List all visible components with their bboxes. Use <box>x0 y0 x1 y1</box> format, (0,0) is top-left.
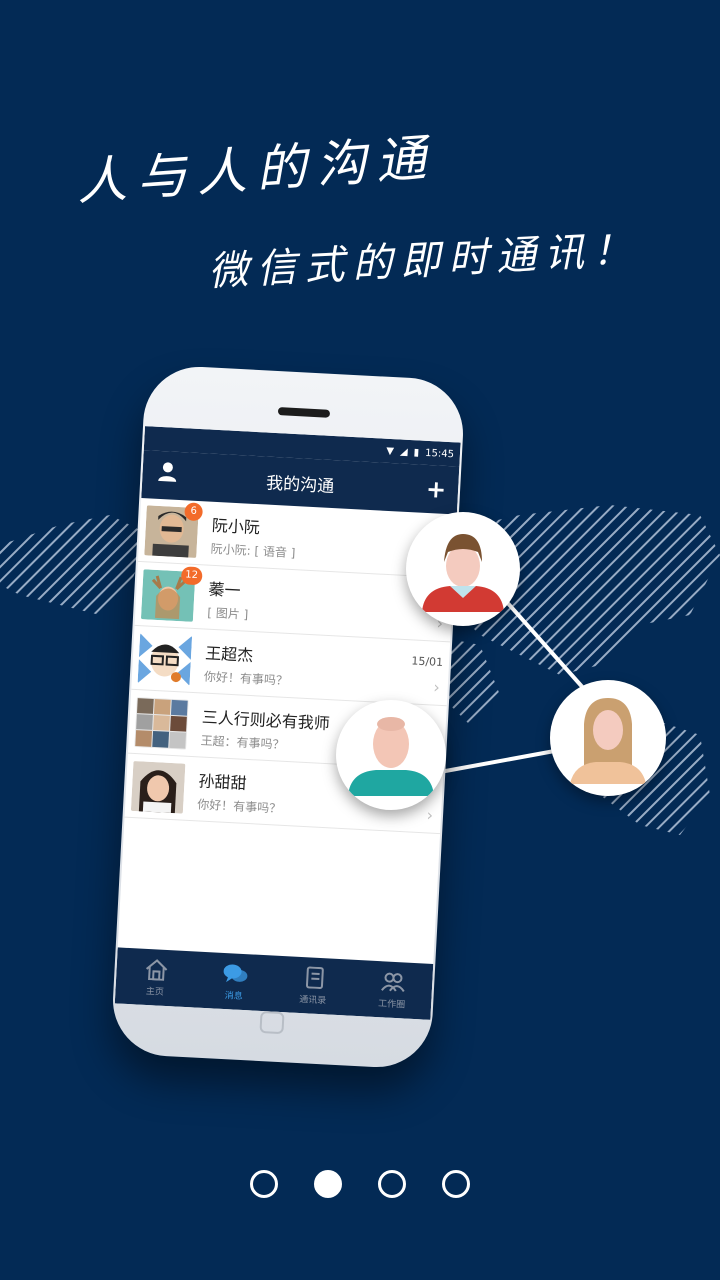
contacts-book-icon <box>305 965 324 989</box>
tab-label: 消息 <box>224 990 244 1002</box>
unread-badge: 12 <box>180 566 203 586</box>
cartoon-glasses-avatar <box>137 633 193 686</box>
conversation-time: 15/01 <box>411 654 444 670</box>
app-title: 我的沟通 <box>265 473 335 497</box>
conversation-name: 阮小阮 <box>211 515 261 538</box>
man-brown-hair-bubble <box>406 512 520 626</box>
conversation-preview: 王超：有事吗？ <box>200 733 285 752</box>
man-bald-icon <box>348 717 434 796</box>
tab-label: 通讯录 <box>298 994 327 1006</box>
conversation-preview: 你好！有事吗？ <box>196 797 282 816</box>
woman-blonde-bubble <box>550 680 666 796</box>
girl-photo-avatar <box>130 760 186 814</box>
tab-label: 工作圈 <box>377 998 406 1011</box>
conversation-name: 三人行则必有我师 <box>201 707 331 734</box>
page-dot-4[interactable] <box>442 1170 470 1198</box>
unread-badge: 6 <box>184 502 204 522</box>
page-dot-1[interactable] <box>250 1170 278 1198</box>
conversation-preview: [ 图片 ] <box>206 605 249 622</box>
chevron-right-icon: › <box>432 677 441 697</box>
chevron-right-icon: › <box>426 805 434 825</box>
status-time: 15:45 <box>424 447 455 460</box>
user-icon[interactable] <box>156 459 179 484</box>
man-brown-hair-icon <box>422 534 504 612</box>
wifi-icon: ▼ <box>386 445 395 457</box>
conversation-name: 孙甜甜 <box>198 771 247 793</box>
tab-home[interactable]: 主页 <box>115 947 197 1007</box>
conversation-preview: 你好！有事吗？ <box>203 669 289 688</box>
plus-icon[interactable]: + <box>425 475 447 504</box>
page-dot-2-active[interactable] <box>314 1170 342 1198</box>
tab-messages[interactable]: 消息 <box>194 952 276 1012</box>
chat-bubbles-icon <box>223 963 247 982</box>
bottom-tab-bar: 主页 消息 通讯录 工作圈 <box>114 947 434 1020</box>
people-icon <box>380 972 405 992</box>
woman-blonde-icon <box>570 698 646 784</box>
phone-home-button <box>259 1010 285 1035</box>
man-bald-bubble <box>336 700 446 810</box>
tab-work-circle[interactable]: 工作圈 <box>351 960 433 1020</box>
home-icon <box>145 958 167 981</box>
group-collage-avatar <box>134 697 189 750</box>
conversation-preview: 阮小阮: [ 语音 ] <box>210 541 296 561</box>
page-indicator <box>0 1170 720 1202</box>
phone-speaker <box>277 407 331 418</box>
signal-icon: ◢ <box>399 446 408 458</box>
tab-contacts[interactable]: 通讯录 <box>273 956 355 1016</box>
battery-icon: ▮ <box>413 446 420 458</box>
conversation-name: 蓁一 <box>208 579 242 601</box>
page-dot-3[interactable] <box>378 1170 406 1198</box>
tab-label: 主页 <box>145 986 165 998</box>
conversation-name: 王超杰 <box>204 643 254 666</box>
